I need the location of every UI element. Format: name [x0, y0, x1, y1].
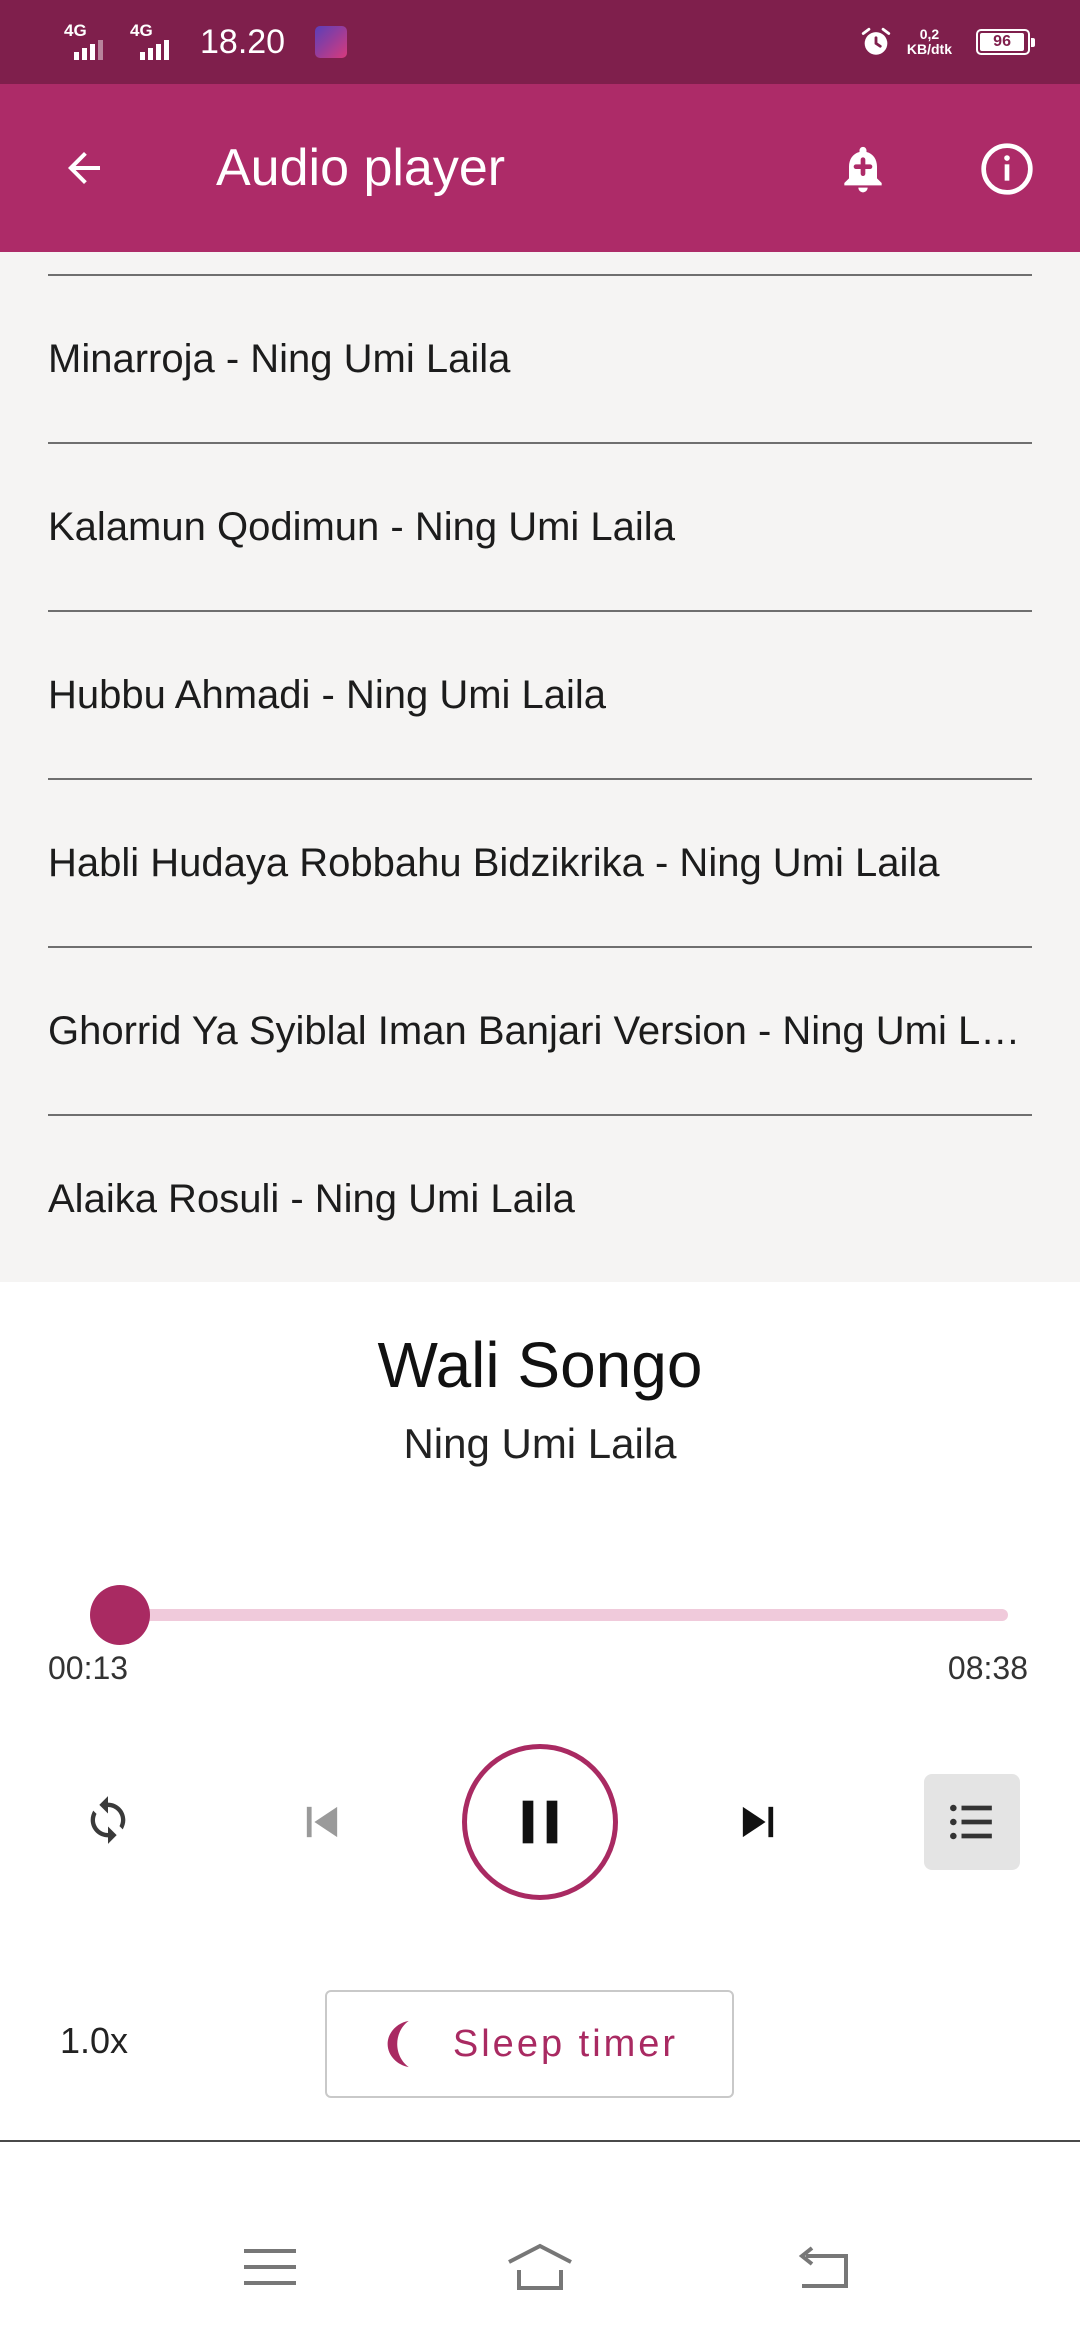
back-icon — [798, 2246, 848, 2288]
list-item[interactable]: Hubbu Ahmadi - Ning Umi Laila — [48, 612, 1032, 778]
list-item[interactable]: Alaika Rosuli - Ning Umi Laila — [48, 1116, 1032, 1282]
nav-home-button[interactable] — [500, 2232, 580, 2302]
list-item[interactable]: Kalamun Qodimun - Ning Umi Laila — [48, 444, 1032, 610]
nav-menu-button[interactable] — [230, 2232, 310, 2302]
repeat-button[interactable] — [70, 1782, 146, 1858]
list-item-label: Kalamun Qodimun - Ning Umi Laila — [48, 504, 675, 549]
previous-button[interactable] — [282, 1782, 362, 1862]
signal-icon: 4G — [130, 22, 182, 62]
sleep-timer-label: Sleep timer — [452, 2022, 679, 2065]
battery-icon: 96 — [976, 29, 1035, 55]
skip-previous-icon — [306, 1806, 338, 1838]
list-item-label: Habli Hudaya Robbahu Bidzikrika - Ning U… — [48, 840, 940, 885]
status-time: 18.20 — [200, 22, 286, 61]
list-item-label: Hubbu Ahmadi - Ning Umi Laila — [48, 672, 607, 717]
nav-back-button[interactable] — [782, 2232, 862, 2302]
skip-next-icon — [742, 1806, 774, 1838]
progress-slider[interactable] — [95, 1609, 1008, 1621]
alarm-icon — [859, 25, 893, 59]
list-item-label: Minarroja - Ning Umi Laila — [48, 336, 511, 381]
status-right: 0,2 KB/dtk 96 — [859, 25, 1035, 59]
app-bar: Audio player — [0, 84, 1080, 252]
repeat-icon — [90, 1796, 126, 1844]
queue-button[interactable] — [924, 1774, 1020, 1870]
network-type-label: 4G — [130, 21, 153, 40]
elapsed-time: 00:13 — [48, 1650, 129, 1686]
alarm-add-icon — [844, 146, 882, 193]
playlist: Minarroja - Ning Umi Laila Kalamun Qodim… — [0, 252, 1080, 1282]
status-bar: 4G 4G 18.20 0,2 KB/dtk 96 — [0, 0, 1080, 84]
list-item-label: Ghorrid Ya Syiblal Iman Banjari Version … — [48, 1008, 1032, 1053]
list-item[interactable]: Habli Hudaya Robbahu Bidzikrika - Ning U… — [48, 780, 1032, 946]
queue-list-icon — [950, 1804, 992, 1840]
page-title: Audio player — [216, 139, 506, 197]
next-button[interactable] — [718, 1782, 798, 1862]
list-item[interactable]: Minarroja - Ning Umi Laila — [48, 276, 1032, 442]
pause-icon — [522, 1800, 558, 1844]
add-alarm-button[interactable] — [826, 134, 900, 204]
back-button[interactable] — [44, 134, 124, 202]
list-item[interactable]: Ghorrid Ya Syiblal Iman Banjari Version … — [48, 948, 1032, 1114]
home-icon — [508, 2243, 572, 2290]
pause-button[interactable] — [462, 1744, 618, 1900]
total-time: 08:38 — [947, 1650, 1028, 1686]
arrow-back-icon — [68, 152, 100, 184]
signal-icon: 4G — [64, 22, 116, 62]
app-notification-icon — [315, 26, 348, 58]
system-nav-bar — [0, 2142, 1080, 2340]
track-artist: Ning Umi Laila — [403, 1420, 677, 1467]
network-speed: 0,2 KB/dtk — [907, 27, 952, 57]
moon-icon — [387, 2020, 409, 2068]
info-icon — [981, 143, 1033, 195]
network-speed-unit: KB/dtk — [906, 41, 952, 57]
sleep-timer-button[interactable]: Sleep timer — [325, 1990, 734, 2098]
status-left: 4G 4G 18.20 — [64, 22, 348, 62]
network-type-label: 4G — [64, 21, 87, 40]
playback-speed[interactable]: 1.0x — [60, 2020, 128, 2062]
track-title: Wali Songo — [377, 1329, 703, 1401]
list-item-label: Alaika Rosuli - Ning Umi Laila — [48, 1176, 575, 1221]
progress-slider-thumb[interactable] — [89, 1585, 150, 1645]
battery-level: 96 — [980, 33, 1025, 51]
info-button[interactable] — [970, 134, 1044, 204]
menu-icon — [244, 2249, 296, 2285]
network-speed-value: 0,2 — [919, 26, 940, 42]
